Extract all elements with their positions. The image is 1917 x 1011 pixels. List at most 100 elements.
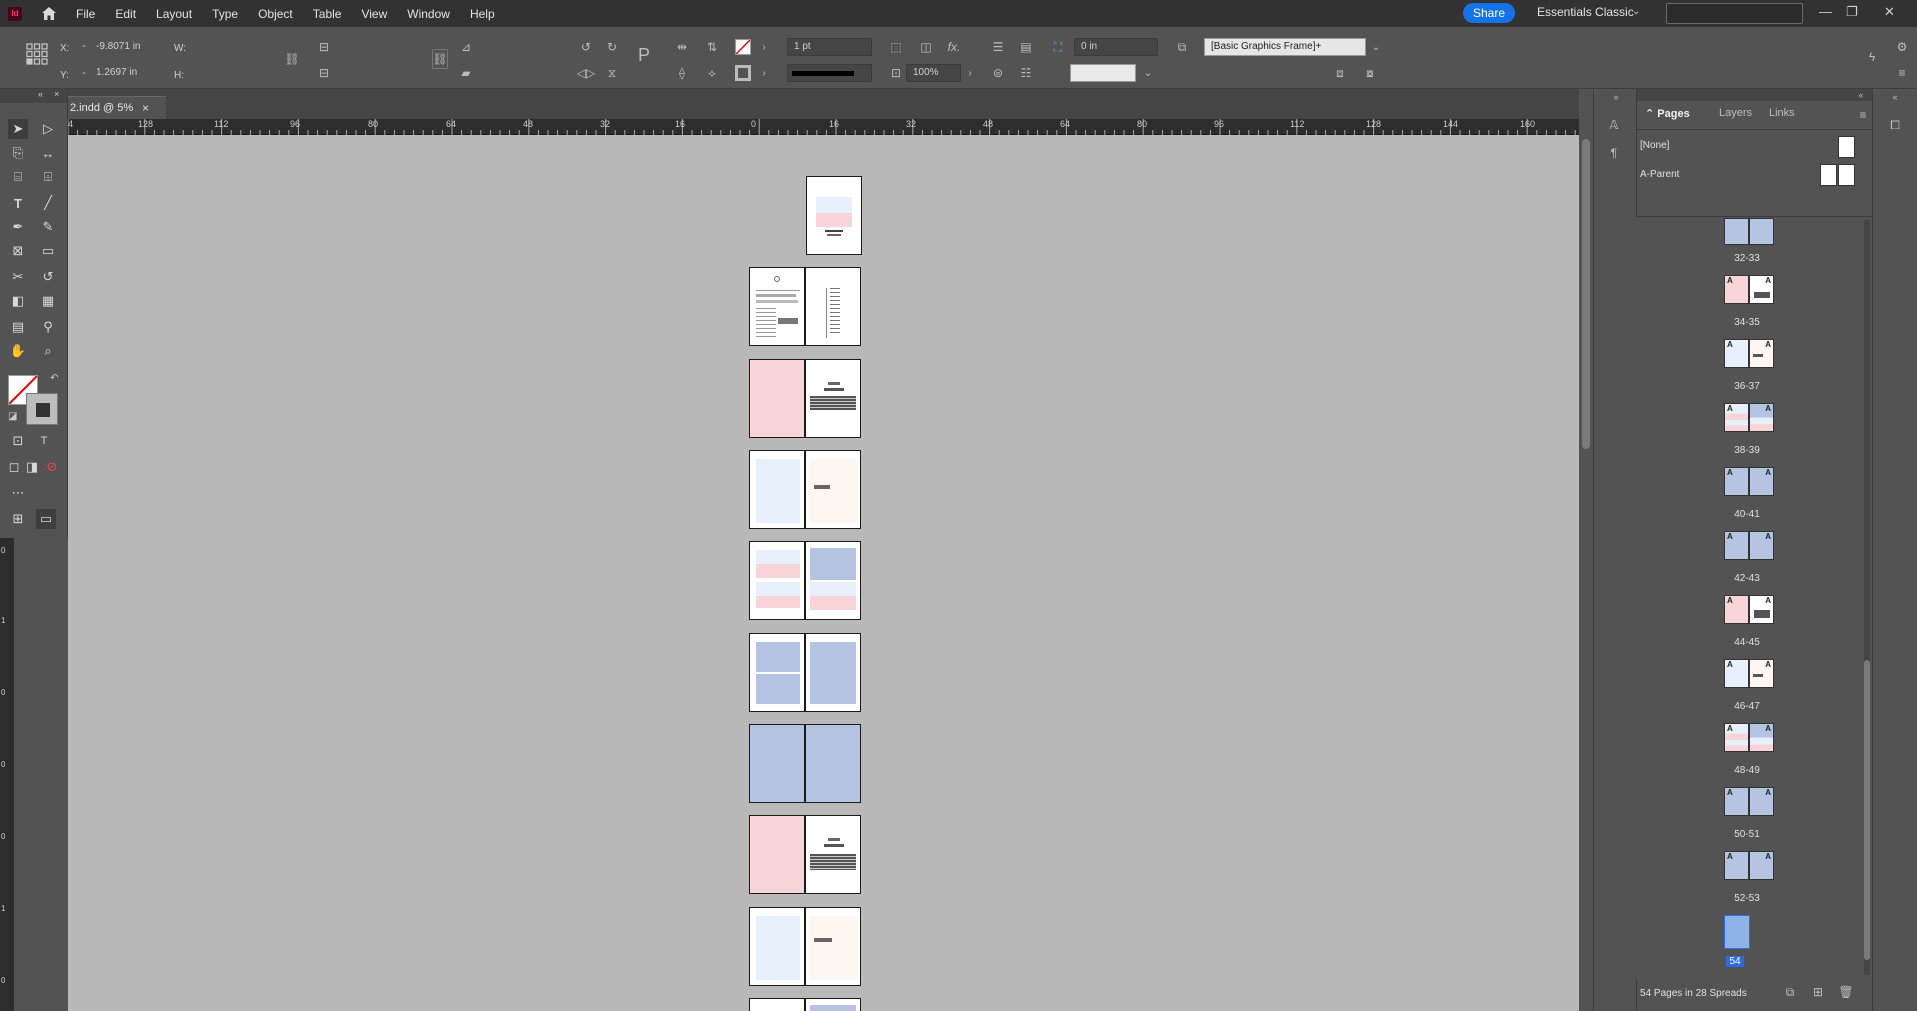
- shear-icon[interactable]: ▰: [458, 65, 474, 81]
- page-thumb-50-51[interactable]: A A: [1724, 787, 1774, 816]
- zoom-tool-icon[interactable]: ⌕: [38, 341, 58, 361]
- page-thumb-32-33[interactable]: [1724, 218, 1774, 245]
- properties-icon[interactable]: ⧠: [1887, 117, 1903, 133]
- reference-point-icon[interactable]: [24, 41, 50, 67]
- flip-vertical-icon[interactable]: ⇅: [704, 39, 720, 55]
- flip-horizontal-icon[interactable]: ⇹: [674, 39, 690, 55]
- close-icon[interactable]: ×: [54, 89, 59, 99]
- line-tool-icon[interactable]: ╱: [38, 193, 58, 213]
- close-icon[interactable]: ×: [142, 101, 149, 115]
- corner-options-icon[interactable]: ⛶: [1050, 39, 1066, 55]
- horizontal-ruler[interactable]: 4 128 112 96 80 64 48 32 16 0 16 32 48 6…: [68, 119, 1579, 135]
- apply-color-icon[interactable]: ◻: [4, 457, 24, 477]
- fill-chevron-icon[interactable]: ›: [756, 39, 772, 55]
- parent-a-label[interactable]: A-Parent: [1640, 169, 1679, 180]
- stroke-chevron-icon[interactable]: ›: [756, 65, 772, 81]
- tools-panel-header[interactable]: « ×: [0, 89, 67, 103]
- menu-object[interactable]: Object: [258, 7, 293, 21]
- vertical-ruler[interactable]: 0 1 0 0 0 1 0: [0, 538, 14, 1011]
- new-page-icon[interactable]: ⊞: [1810, 984, 1826, 1000]
- fill-none-swatch-icon[interactable]: [735, 39, 751, 55]
- character-styles-icon[interactable]: 𝔸: [1606, 117, 1622, 133]
- page-thumbnail[interactable]: [805, 724, 861, 803]
- tab-pages[interactable]: ⌃ Pages: [1645, 107, 1690, 120]
- page-label[interactable]: 32-33: [1717, 253, 1777, 264]
- rotate-ccw-icon[interactable]: ↺: [578, 39, 594, 55]
- minimize-icon[interactable]: —: [1819, 4, 1832, 19]
- placeholder-icon[interactable]: ⋯: [8, 483, 28, 503]
- page-label[interactable]: 36-37: [1717, 381, 1777, 392]
- page-thumbnail[interactable]: [749, 541, 805, 620]
- stroke-type-dropdown[interactable]: [787, 64, 872, 82]
- scale-x-field[interactable]: [336, 39, 420, 57]
- tab-links[interactable]: Links: [1769, 107, 1795, 119]
- page-thumbnail[interactable]: [749, 907, 805, 986]
- corner-shape-dropdown[interactable]: [1070, 64, 1136, 82]
- page-thumb-38-39[interactable]: A A: [1724, 403, 1774, 432]
- page-thumbnail[interactable]: [749, 998, 805, 1011]
- canvas-vertical-scrollbar[interactable]: [1579, 119, 1593, 1011]
- page-thumbnail[interactable]: [805, 907, 861, 986]
- effects-icon[interactable]: fx.: [946, 39, 962, 55]
- formatting-text-icon[interactable]: T: [34, 431, 54, 451]
- tab-layers[interactable]: Layers: [1719, 107, 1752, 119]
- share-button[interactable]: Share: [1463, 3, 1515, 23]
- opacity-icon[interactable]: ⊡: [888, 65, 904, 81]
- menu-type[interactable]: Type: [212, 7, 238, 21]
- page-thumbnail[interactable]: [749, 359, 805, 438]
- type-tool-icon[interactable]: T: [8, 193, 28, 213]
- gradient-swatch-tool-icon[interactable]: ◧: [8, 291, 28, 311]
- rotation-field[interactable]: [478, 39, 562, 57]
- parent-none-thumbnail[interactable]: [1838, 136, 1855, 158]
- close-icon[interactable]: ✕: [1884, 4, 1895, 20]
- menu-view[interactable]: View: [361, 7, 387, 21]
- collapse-icon[interactable]: «: [1853, 87, 1869, 103]
- collapse-icon[interactable]: »: [1608, 89, 1624, 105]
- pasteboard[interactable]: [68, 135, 1579, 1011]
- workspace-switcher[interactable]: Essentials Classic: [1537, 5, 1634, 19]
- auto-fit-icon[interactable]: ⧇: [1362, 65, 1378, 81]
- rectangle-frame-tool-icon[interactable]: ⊠: [8, 241, 28, 261]
- stroke-swatch-icon[interactable]: [735, 65, 751, 81]
- page-thumbnail[interactable]: [805, 359, 861, 438]
- page-thumb-54[interactable]: [1724, 915, 1750, 949]
- align-icon[interactable]: ⊜: [990, 65, 1006, 81]
- new-parent-icon[interactable]: ⧉: [1782, 984, 1798, 1000]
- scrollbar-thumb[interactable]: [1582, 139, 1590, 449]
- selection-tool-icon[interactable]: ➤: [8, 119, 28, 139]
- page-thumbnail[interactable]: [805, 450, 861, 529]
- indesign-app-icon[interactable]: Id: [8, 6, 22, 21]
- page-thumbnail[interactable]: [749, 633, 805, 712]
- page-thumb-36-37[interactable]: A A: [1724, 339, 1774, 368]
- content-placer-icon[interactable]: ⌹: [38, 167, 58, 187]
- page-label[interactable]: 40-41: [1717, 509, 1777, 520]
- page-thumb-46-47[interactable]: A A: [1724, 659, 1774, 688]
- scrollbar-thumb[interactable]: [1864, 660, 1870, 960]
- apply-gradient-icon[interactable]: ◨: [22, 457, 42, 477]
- menu-table[interactable]: Table: [313, 7, 342, 21]
- pages-scrollbar[interactable]: [1864, 220, 1870, 975]
- page-thumbnail[interactable]: [749, 450, 805, 529]
- menu-edit[interactable]: Edit: [115, 7, 136, 21]
- page-thumb-48-49[interactable]: A A: [1724, 723, 1774, 752]
- collapse-icon[interactable]: «: [1887, 89, 1903, 105]
- menu-window[interactable]: Window: [407, 7, 450, 21]
- text-wrap-around-icon[interactable]: ▤: [1018, 39, 1034, 55]
- spread-10[interactable]: [749, 998, 861, 1011]
- text-wrap-icon[interactable]: ☰: [990, 39, 1006, 55]
- page-label[interactable]: 42-43: [1717, 573, 1777, 584]
- gap-tool-icon[interactable]: ↔: [38, 143, 58, 163]
- stroke-weight-field[interactable]: 1 pt: [787, 38, 872, 56]
- eyedropper-tool-icon[interactable]: ⚲: [38, 317, 58, 337]
- note-tool-icon[interactable]: ▤: [8, 317, 28, 337]
- shear-field[interactable]: [478, 65, 562, 83]
- document-tab[interactable]: 2.indd @ 5% ×: [68, 96, 166, 119]
- page-thumbnail[interactable]: [805, 633, 861, 712]
- page-thumbnail[interactable]: [806, 176, 862, 255]
- menu-file[interactable]: File: [76, 7, 95, 21]
- page-thumb-40-41[interactable]: A A: [1724, 467, 1774, 496]
- frame-fitting-icon[interactable]: ⧈: [1332, 65, 1348, 81]
- content-collector-icon[interactable]: ⌸: [8, 167, 28, 187]
- direct-selection-tool-icon[interactable]: ▷: [38, 119, 58, 139]
- parent-none-label[interactable]: [None]: [1640, 140, 1669, 151]
